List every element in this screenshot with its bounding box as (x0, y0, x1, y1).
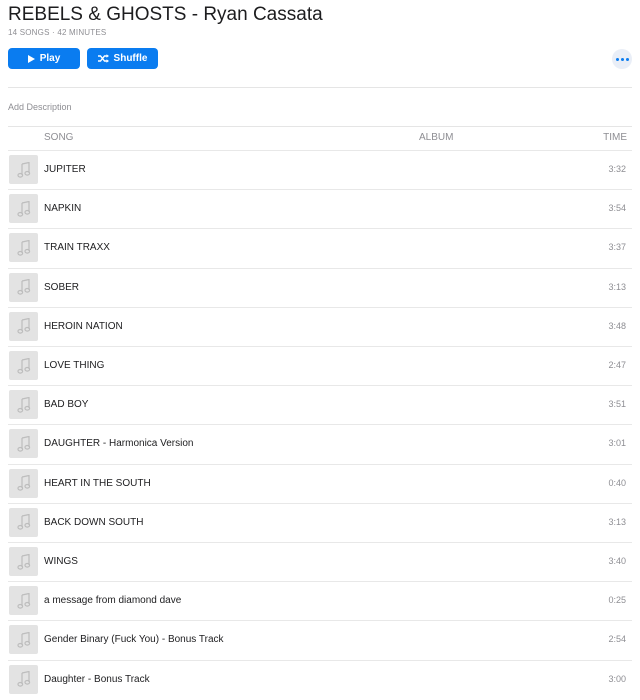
track-title: HEROIN NATION (44, 320, 123, 332)
track-title: WINGS (44, 556, 78, 567)
ellipsis-icon (615, 57, 629, 61)
music-note-icon (9, 351, 38, 380)
column-header-album[interactable]: ALBUM (419, 132, 453, 143)
shuffle-icon (97, 54, 109, 63)
track-duration: 3:01 (608, 438, 626, 449)
track-row[interactable]: HEROIN NATION 3:48 (8, 306, 632, 347)
track-row[interactable]: WINGS 3:40 (8, 542, 632, 582)
track-title: BAD BOY (44, 399, 89, 411)
track-title: LOVE THING (44, 360, 105, 371)
track-title: NAPKIN (44, 203, 82, 215)
play-button[interactable]: Play (8, 48, 80, 69)
music-note-icon (9, 507, 38, 537)
track-title: BACK DOWN SOUTH (44, 516, 144, 528)
shuffle-label: Shuffle (113, 53, 148, 64)
track-title: HEART IN THE SOUTH (44, 477, 151, 489)
play-label: Play (39, 53, 61, 64)
music-note-icon (9, 547, 38, 576)
track-title: JUPITER (44, 164, 86, 175)
music-note-icon (9, 586, 38, 616)
track-title: Daughter - Bonus Track (44, 673, 150, 685)
music-note-icon (9, 468, 38, 498)
music-note-icon (9, 390, 38, 420)
more-options-button[interactable] (612, 49, 632, 69)
track-duration: 3:32 (608, 164, 626, 174)
track-row[interactable]: LOVE THING 2:47 (8, 346, 632, 386)
track-duration: 3:48 (608, 320, 626, 331)
track-duration: 3:13 (608, 281, 626, 292)
track-row[interactable]: SOBER 3:13 (8, 267, 632, 308)
track-title: Gender Binary (Fuck You) - Bonus Track (44, 634, 224, 646)
shuffle-button[interactable]: Shuffle (87, 48, 158, 69)
music-note-icon (9, 155, 38, 184)
music-note-icon (9, 194, 38, 224)
music-note-icon (9, 625, 38, 655)
track-duration: 0:25 (608, 595, 626, 606)
track-duration: 3:00 (608, 673, 626, 684)
track-duration: 3:40 (608, 556, 626, 566)
track-row[interactable]: a message from diamond dave 0:25 (8, 581, 632, 621)
track-duration: 0:40 (608, 477, 626, 488)
track-title: SOBER (44, 281, 80, 293)
music-note-icon (9, 429, 38, 459)
track-title: TRAIN TRAXX (44, 242, 110, 254)
album-title: REBELS & GHOSTS - Ryan Cassata (8, 4, 323, 25)
track-duration: 3:13 (608, 516, 626, 527)
track-title: DAUGHTER - Harmonica Version (44, 438, 194, 450)
track-row[interactable]: Daughter - Bonus Track 3:00 (8, 659, 632, 700)
track-row[interactable]: HEART IN THE SOUTH 0:40 (8, 463, 632, 504)
track-row[interactable]: Gender Binary (Fuck You) - Bonus Track 2:… (8, 620, 632, 660)
track-row[interactable]: NAPKIN 3:54 (8, 189, 632, 229)
divider (8, 126, 632, 127)
music-note-icon (9, 233, 38, 263)
track-row[interactable]: BACK DOWN SOUTH 3:13 (8, 502, 632, 543)
track-duration: 3:37 (608, 242, 626, 253)
track-row[interactable]: JUPITER 3:32 (8, 150, 632, 190)
track-row[interactable]: BAD BOY 3:51 (8, 385, 632, 425)
track-duration: 3:51 (608, 399, 626, 410)
track-duration: 2:47 (608, 360, 626, 370)
column-header-time[interactable]: TIME (603, 132, 627, 143)
music-note-icon (9, 311, 38, 341)
track-row[interactable]: TRAIN TRAXX 3:37 (8, 228, 632, 268)
track-row[interactable]: DAUGHTER - Harmonica Version 3:01 (8, 424, 632, 464)
add-description[interactable]: Add Description (8, 102, 72, 112)
track-duration: 2:54 (608, 634, 626, 645)
play-icon (27, 54, 35, 63)
album-meta: 14 SONGS · 42 MINUTES (8, 28, 107, 37)
divider (8, 87, 632, 88)
column-header-song[interactable]: SONG (44, 132, 73, 143)
track-title: a message from diamond dave (44, 595, 182, 607)
music-note-icon (9, 664, 38, 694)
track-duration: 3:54 (608, 203, 626, 214)
music-note-icon (9, 272, 38, 302)
